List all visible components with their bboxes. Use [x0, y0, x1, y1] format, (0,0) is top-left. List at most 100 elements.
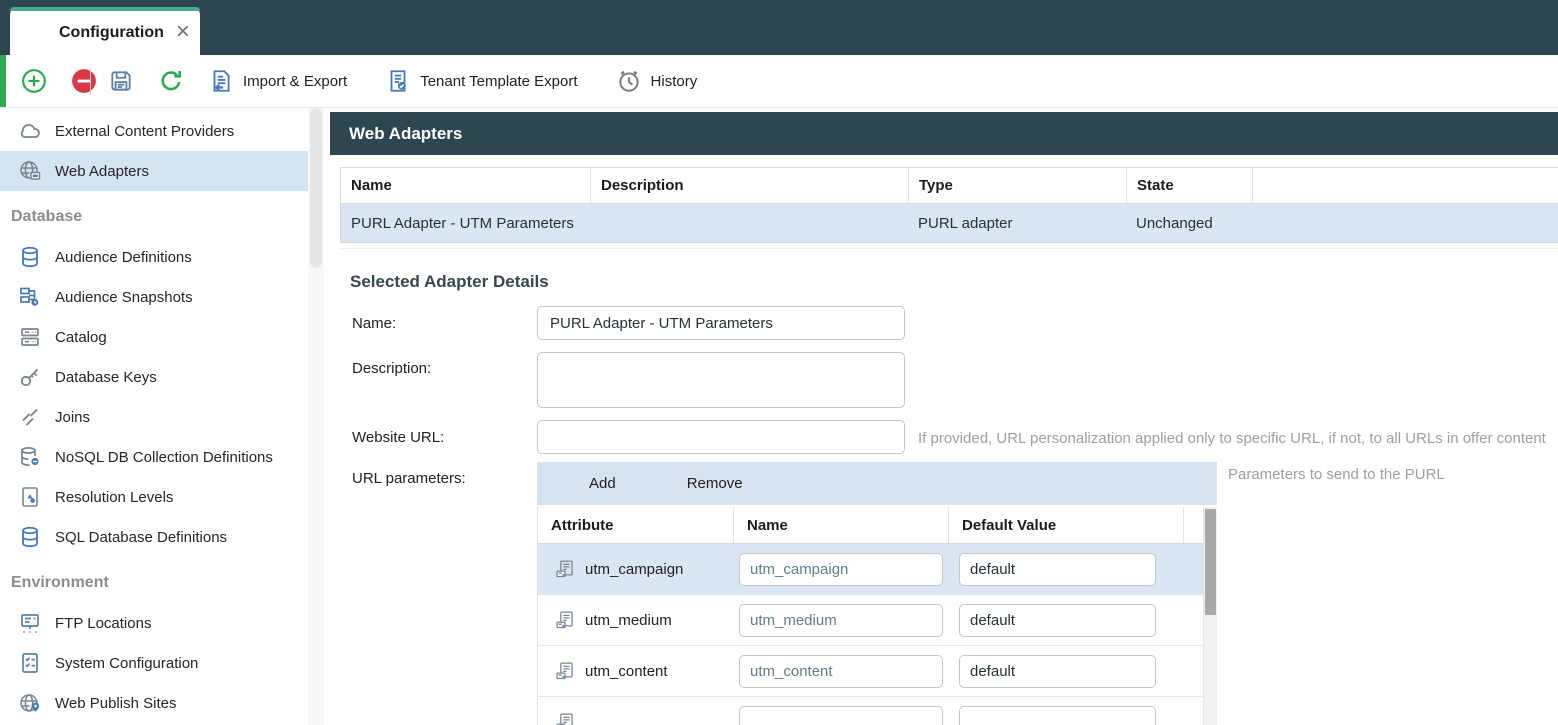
parameters-table: AttributeNameDefault Value utm_campaignut…	[537, 507, 1217, 725]
remove-parameter-label: Remove	[687, 475, 743, 492]
column-header-empty	[1252, 168, 1558, 203]
parameters-table-header: AttributeNameDefault Value	[538, 507, 1217, 544]
sidebar-item-label: Catalog	[55, 329, 107, 346]
parameter-row[interactable]: utm_content	[538, 646, 1217, 697]
attribute-icon	[555, 712, 575, 725]
adapter-type-cell: PURL adapter	[908, 204, 1126, 242]
add-parameter-button[interactable]: Add	[558, 473, 616, 495]
parameter-row[interactable]: utm_medium	[538, 595, 1217, 646]
description-field[interactable]	[537, 352, 905, 408]
toolbar-button-label: Tenant Template Export	[420, 73, 577, 90]
toolbar-group-edit	[21, 68, 97, 94]
tab-title: Configuration	[59, 24, 164, 42]
param-name-input[interactable]	[739, 604, 943, 637]
param-default-value-cell	[948, 553, 1183, 586]
parameter-row[interactable]: utm_campaign	[538, 544, 1217, 595]
param-default-value-input[interactable]	[959, 655, 1156, 688]
tenant-template-export-button[interactable]: Tenant Template Export	[385, 68, 591, 94]
sidebar-item-label: Web Publish Sites	[55, 695, 176, 712]
sidebar-item-web-adapters[interactable]: Web Adapters	[0, 151, 308, 191]
param-default-value-input[interactable]	[959, 604, 1156, 637]
toolbar-separator	[90, 68, 91, 95]
web-adapters-icon	[18, 159, 42, 183]
param-name-input[interactable]	[739, 553, 943, 586]
import-export-icon	[208, 68, 234, 94]
sidebar-item-label: System Configuration	[55, 655, 198, 672]
refresh-button[interactable]	[158, 68, 184, 94]
sidebar-item-nosql-db-collection-definitions[interactable]: NoSQL DB Collection Definitions	[0, 437, 308, 477]
sidebar-item-web-publish-sites[interactable]: Web Publish Sites	[0, 683, 308, 723]
sidebar-item-ftp-locations[interactable]: FTP Locations	[0, 603, 308, 643]
tenant-template-export-icon	[385, 68, 411, 94]
save-button[interactable]	[108, 68, 134, 94]
param-default-value-input[interactable]	[959, 706, 1156, 725]
add-button[interactable]	[21, 68, 47, 94]
param-column-header-name: Name	[733, 507, 948, 543]
column-header-state: State	[1126, 168, 1252, 203]
column-header-type: Type	[908, 168, 1126, 203]
param-attribute-cell	[538, 712, 733, 725]
sidebar: External Content Providers Web Adapters Da…	[0, 108, 308, 725]
web-publish-sites-icon	[18, 691, 42, 715]
plus-circle-icon	[21, 68, 47, 94]
close-icon[interactable]: ×	[176, 22, 190, 44]
save-icon	[108, 68, 134, 94]
sidebar-item-label: Web Adapters	[55, 163, 149, 180]
name-field[interactable]	[537, 306, 905, 340]
attribute-icon	[555, 559, 575, 579]
toolbar-button-label: History	[651, 73, 698, 90]
sidebar-item-label: Database Keys	[55, 369, 157, 386]
catalog-icon	[18, 325, 42, 349]
param-default-value-cell	[948, 655, 1183, 688]
parameters-scrollbar-thumb[interactable]	[1205, 509, 1216, 615]
ftp-locations-icon	[18, 611, 42, 635]
sidebar-scrollbar[interactable]	[308, 108, 324, 725]
sidebar-item-catalog[interactable]: Catalog	[0, 317, 308, 357]
sidebar-section-database: Database	[0, 197, 308, 237]
param-attribute-cell: utm_campaign	[538, 559, 733, 579]
param-attribute-cell: utm_medium	[538, 610, 733, 630]
body: External Content Providers Web Adapters Da…	[0, 108, 1558, 725]
system-configuration-icon	[18, 651, 42, 675]
sidebar-item-external-content-providers[interactable]: External Content Providers	[0, 111, 308, 151]
parameter-row[interactable]	[538, 697, 1217, 725]
param-default-value-input[interactable]	[959, 553, 1156, 586]
param-default-value-cell	[948, 604, 1183, 637]
sidebar-scrollbar-thumb[interactable]	[310, 108, 322, 268]
sidebar-item-resolution-levels[interactable]: Resolution Levels	[0, 477, 308, 517]
joins-icon	[18, 405, 42, 429]
remove-button[interactable]	[71, 68, 97, 94]
remove-parameter-button[interactable]: Remove	[656, 473, 743, 495]
sidebar-item-audience-definitions[interactable]: Audience Definitions	[0, 237, 308, 277]
adapter-row[interactable]: PURL Adapter - UTM ParametersPURL adapte…	[341, 204, 1558, 242]
history-button[interactable]: History	[616, 68, 712, 94]
website-url-field[interactable]	[537, 420, 905, 454]
parameters-scrollbar[interactable]	[1203, 507, 1217, 725]
config-sliders-icon	[23, 21, 47, 45]
url-parameters-hint: Parameters to send to the PURL	[1228, 466, 1445, 483]
nosql-db-icon	[18, 445, 42, 469]
param-name-input[interactable]	[739, 655, 943, 688]
sidebar-item-joins[interactable]: Joins	[0, 397, 308, 437]
import-export-button[interactable]: Import & Export	[208, 68, 361, 94]
param-name-cell	[733, 706, 948, 725]
param-attribute-cell: utm_content	[538, 661, 733, 681]
sidebar-item-label: NoSQL DB Collection Definitions	[55, 449, 273, 466]
sidebar-item-sql-database-definitions[interactable]: SQL Database Definitions	[0, 517, 308, 557]
column-header-description: Description	[590, 168, 908, 203]
description-label: Description:	[352, 360, 431, 377]
param-name-cell	[733, 604, 948, 637]
url-parameters-editor: Add Remove AttributeNameDefault Value utm…	[537, 462, 1217, 725]
param-column-header-attribute: Attribute	[538, 507, 733, 543]
attribute-icon	[555, 661, 575, 681]
param-attribute-label: utm_campaign	[585, 561, 683, 578]
sql-database-icon	[18, 525, 42, 549]
param-name-input[interactable]	[739, 706, 943, 725]
sidebar-item-database-keys[interactable]: Database Keys	[0, 357, 308, 397]
param-attribute-label: utm_content	[585, 663, 668, 680]
sidebar-item-system-configuration[interactable]: System Configuration	[0, 643, 308, 683]
tab-configuration[interactable]: Configuration ×	[10, 7, 200, 55]
panel-title: Web Adapters	[330, 112, 1558, 155]
adapter-description-cell	[590, 204, 908, 242]
sidebar-item-audience-snapshots[interactable]: Audience Snapshots	[0, 277, 308, 317]
